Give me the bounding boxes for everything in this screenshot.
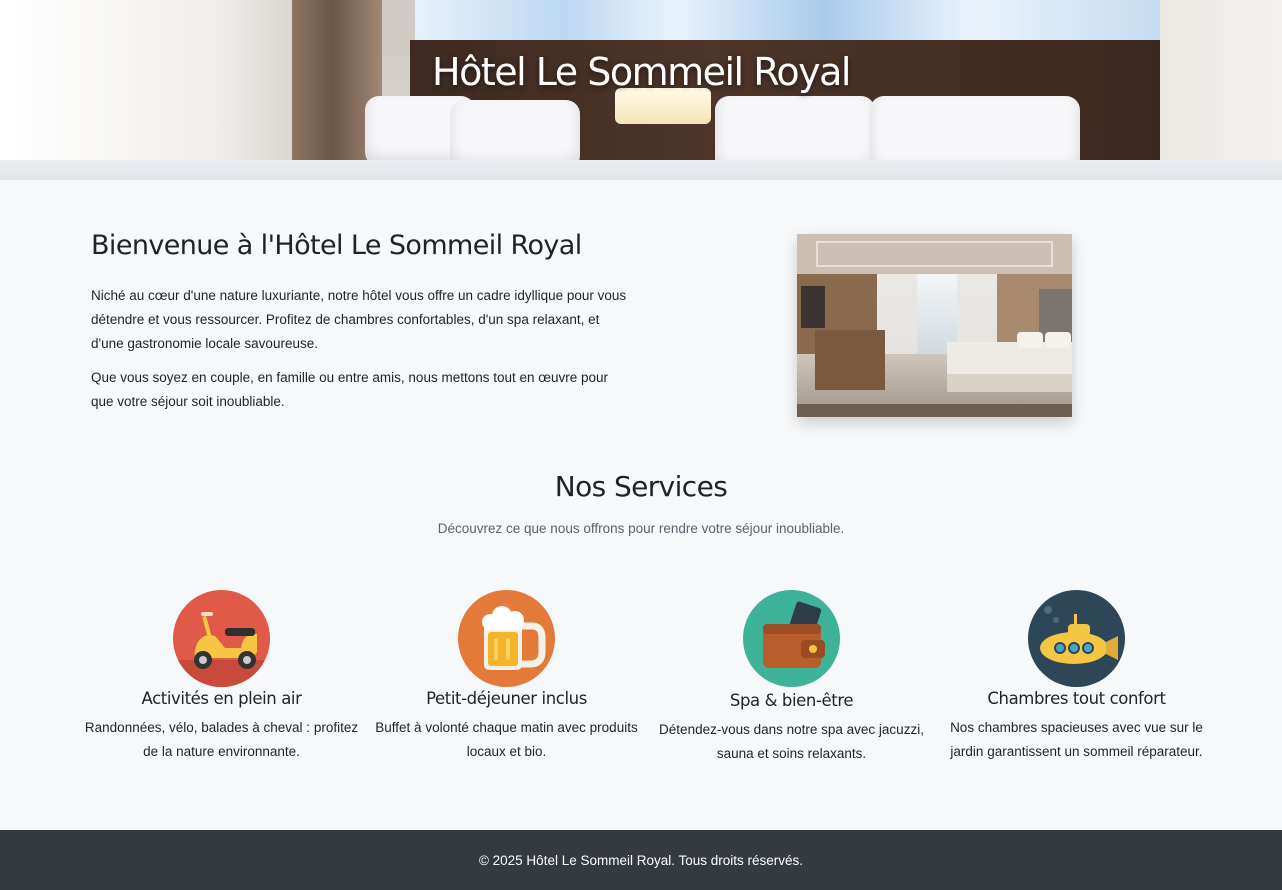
service-text: Randonnées, vélo, balades à cheval : pro… (84, 720, 359, 759)
service-card-breakfast: Petit-déjeuner inclus Buffet à volonté c… (364, 590, 649, 764)
service-title: Chambres tout confort (987, 689, 1166, 708)
services-title: Nos Services (554, 470, 728, 503)
hotel-room-image (797, 234, 1072, 417)
service-text: Nos chambres spacieuses avec vue sur le … (950, 720, 1203, 759)
service-card-spa: Spa & bien-être Détendez-vous dans notre… (649, 590, 934, 766)
footer-copyright: © 2025 Hôtel Le Sommeil Royal. Tous droi… (478, 852, 804, 868)
services-subtitle: Découvrez ce que nous offrons pour rendr… (437, 521, 845, 536)
service-title: Petit-déjeuner inclus (426, 689, 587, 708)
submarine-icon (1028, 590, 1125, 687)
service-title: Spa & bien-être (729, 691, 854, 710)
hero-title: Hôtel Le Sommeil Royal (432, 50, 851, 94)
hero-wall-art (415, 0, 1160, 44)
welcome-paragraph: Que vous soyez en couple, en famille ou … (91, 370, 609, 409)
welcome-heading: Bienvenue à l'Hôtel Le Sommeil Royal (91, 230, 582, 261)
service-card-rooms: Chambres tout confort Nos chambres spaci… (934, 590, 1219, 764)
service-title: Activités en plein air (141, 689, 302, 708)
room-photo (797, 234, 1072, 417)
service-text: Détendez-vous dans notre spa avec jacuzz… (659, 722, 924, 761)
beer-mug-icon (458, 590, 555, 687)
service-text: Buffet à volonté chaque matin avec produ… (375, 720, 638, 759)
hero-bed (0, 160, 1282, 180)
scooter-icon (173, 590, 270, 687)
wallet-icon (743, 590, 840, 687)
footer: © 2025 Hôtel Le Sommeil Royal. Tous droi… (0, 830, 1282, 890)
hero-banner: Hôtel Le Sommeil Royal (0, 0, 1282, 180)
service-card-activities: Activités en plein air Randonnées, vélo,… (79, 590, 364, 764)
welcome-paragraph: Niché au cœur d'une nature luxuriante, n… (91, 288, 627, 351)
